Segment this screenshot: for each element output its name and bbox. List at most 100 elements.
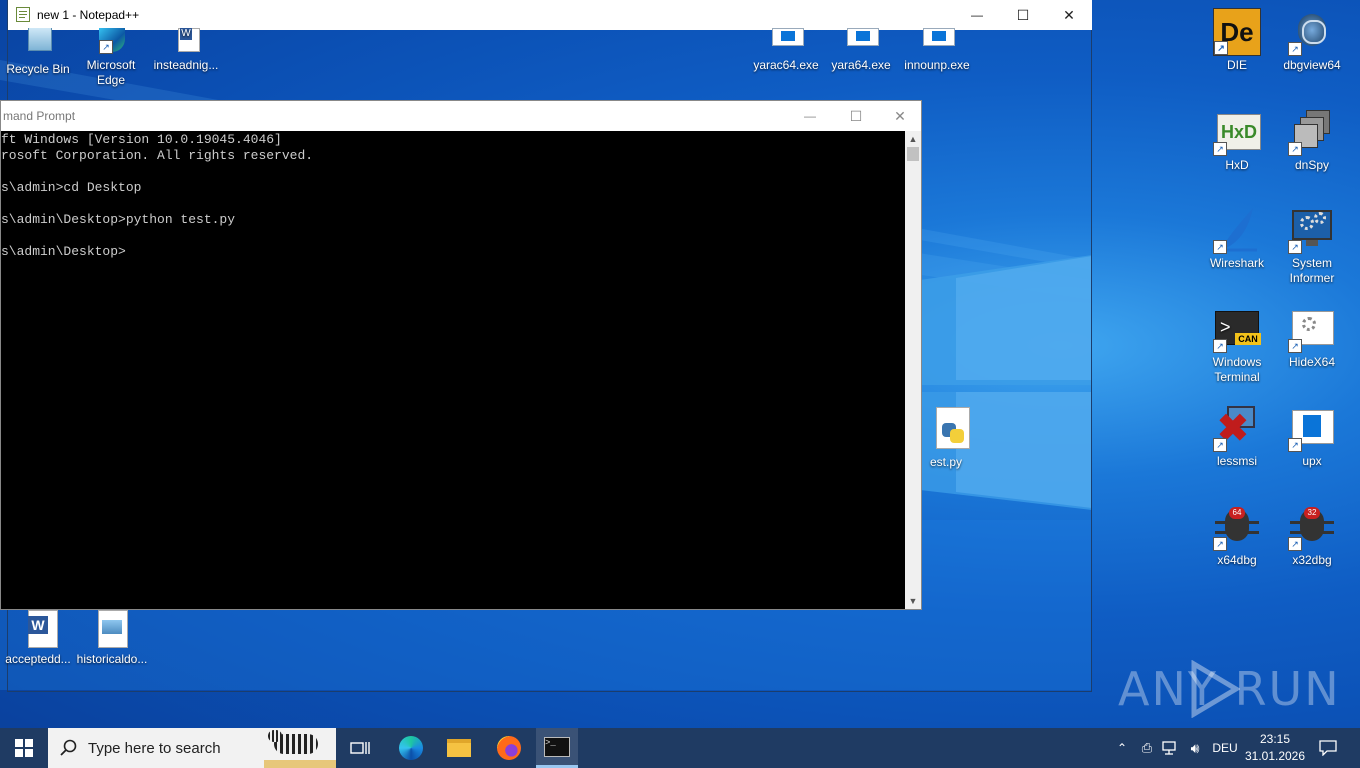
desktop-icon-label: acceptedd...: [5, 652, 71, 666]
scrollbar-thumb[interactable]: [907, 147, 919, 161]
cmd-line: [1, 196, 905, 212]
edge-icon: [399, 736, 423, 760]
desktop-icon-system-informer[interactable]: ↗ System Informer: [1274, 206, 1350, 286]
desktop-icon-windows-terminal[interactable]: > CAN ↗ Windows Terminal: [1199, 305, 1275, 385]
search-icon: [60, 739, 77, 756]
desktop-icon-hxd[interactable]: HxD ↗ HxD: [1199, 108, 1275, 173]
cmd-line: [1, 164, 905, 180]
image-file-icon: [88, 610, 136, 648]
bug-icon: 64 ↗: [1213, 503, 1261, 551]
desktop-icon-yara64[interactable]: yara64.exe: [823, 28, 899, 73]
cmd-line: ft Windows [Version 10.0.19045.4046]: [1, 132, 282, 147]
search-placeholder: Type here to search: [88, 740, 221, 757]
desktop-icon-x32dbg[interactable]: 32 ↗ x32dbg: [1274, 503, 1350, 568]
desktop-icon-upx[interactable]: ↗ upx: [1274, 404, 1350, 469]
desktop-icon-label: HxD: [1225, 158, 1249, 172]
desktop-icon-label: dbgview64: [1283, 58, 1341, 72]
network-icon[interactable]: [1160, 728, 1182, 768]
tray-device-icon[interactable]: ⎙: [1138, 728, 1156, 768]
firefox-icon: [497, 736, 521, 760]
desktop-icon-wireshark[interactable]: ↗ Wireshark: [1199, 206, 1275, 271]
windows-logo-icon: [15, 739, 33, 757]
wireshark-fin-icon: ↗: [1213, 206, 1261, 254]
desktop-icon-dbgview64[interactable]: ↗ dbgview64: [1274, 8, 1350, 73]
desktop-icon-label: Wireshark: [1209, 256, 1264, 270]
desktop-icon-insteadnig[interactable]: W insteadnig...: [148, 28, 224, 73]
cmd-line: s\admin>cd Desktop: [1, 180, 142, 195]
desktop-icon-label: yarac64.exe: [753, 58, 819, 72]
taskbar-firefox-button[interactable]: [488, 728, 530, 768]
bug-icon: 32 ↗: [1288, 503, 1336, 551]
desktop-icon-acceptedd[interactable]: W acceptedd...: [0, 610, 76, 667]
desktop-icon-x64dbg[interactable]: 64 ↗ x64dbg: [1199, 503, 1275, 568]
scroll-down-arrow-icon[interactable]: ▼: [905, 593, 921, 609]
desktop-icon-label: DIE: [1226, 58, 1247, 72]
desktop-icon-label: Recycle Bin: [6, 62, 70, 76]
cmd-maximize-button[interactable]: ☐: [833, 101, 879, 131]
clock[interactable]: 23:15 31.01.2026: [1242, 731, 1308, 767]
cmd-console[interactable]: ft Windows [Version 10.0.19045.4046] ros…: [1, 131, 905, 610]
desktop-icon-label: historicaldo...: [76, 652, 148, 666]
cmd-scrollbar[interactable]: ▲ ▼: [905, 131, 921, 609]
desktop-icon-label: innounp.exe: [904, 58, 970, 72]
exe-window-icon: [762, 28, 810, 46]
cmd-line: s\admin\Desktop>python test.py: [1, 212, 236, 227]
desktop-icon-edge[interactable]: ↗ Microsoft Edge: [73, 28, 149, 88]
notification-center-button[interactable]: [1312, 728, 1344, 768]
keyboard-language[interactable]: DEU: [1208, 728, 1242, 768]
word-document-icon: W: [14, 610, 62, 648]
anyrun-watermark: ANY RUN: [1118, 660, 1339, 720]
recycle-bin-icon: [14, 28, 62, 52]
taskbar-cmd-button[interactable]: >_: [536, 728, 578, 768]
terminal-icon: >_: [544, 736, 570, 757]
desktop-icon-label: x32dbg: [1292, 553, 1332, 567]
notepad-minimize-button[interactable]: —: [954, 0, 1000, 30]
scroll-up-arrow-icon[interactable]: ▲: [905, 131, 921, 147]
notepad-maximize-button[interactable]: ☐: [1000, 0, 1046, 30]
terminal-icon: > CAN ↗: [1213, 305, 1261, 353]
edge-icon: ↗: [87, 28, 135, 54]
exe-window-icon: ↗: [1288, 404, 1336, 452]
volume-icon[interactable]: 🔊︎: [1184, 728, 1206, 768]
task-view-button[interactable]: [340, 728, 380, 768]
desktop-icon-yarac64[interactable]: yarac64.exe: [748, 28, 824, 73]
die-icon: De ↗: [1213, 8, 1261, 56]
clock-time: 23:15: [1259, 732, 1291, 746]
exe-window-icon: [837, 28, 885, 46]
tray-show-hidden-icon[interactable]: ⌃: [1112, 728, 1132, 768]
desktop-icon-historicaldo[interactable]: historicaldo...: [74, 610, 150, 667]
cmd-minimize-button[interactable]: —: [787, 101, 833, 131]
start-button[interactable]: [0, 728, 48, 768]
clock-date: 31.01.2026: [1244, 749, 1306, 763]
cmd-window[interactable]: mand Prompt — ☐ ✕ ft Windows [Version 10…: [0, 100, 922, 610]
taskbar: Type here to search >_ ⌃ ⎙ 🔊︎ DEU 23:15 …: [0, 728, 1360, 768]
desktop-icon-lessmsi[interactable]: ✖ ↗ lessmsi: [1199, 404, 1275, 469]
desktop-icon-die[interactable]: De ↗ DIE: [1199, 8, 1275, 73]
notepad-close-button[interactable]: ✕: [1046, 0, 1092, 30]
cmd-title: mand Prompt: [3, 109, 76, 123]
bug-magnifier-icon: ↗: [1288, 8, 1336, 56]
dnspy-icon: ↗: [1288, 108, 1336, 156]
cmd-line: [1, 228, 905, 244]
zebra-search-highlight-icon: [264, 728, 336, 768]
play-triangle-icon: [1191, 660, 1240, 718]
taskbar-search-box[interactable]: Type here to search: [48, 728, 336, 768]
desktop-icon-label: dnSpy: [1294, 158, 1330, 172]
desktop-icon-label: HideX64: [1288, 355, 1336, 369]
notepad-title: new 1 - Notepad++: [37, 8, 140, 22]
cmd-close-button[interactable]: ✕: [877, 101, 923, 131]
lessmsi-icon: ✖ ↗: [1213, 404, 1261, 452]
desktop-icon-innounp[interactable]: innounp.exe: [899, 28, 975, 73]
taskbar-edge-button[interactable]: [390, 728, 432, 768]
notepad-titlebar[interactable]: new 1 - Notepad++ — ☐ ✕: [8, 0, 1092, 30]
desktop-icon-recycle-bin[interactable]: Recycle Bin: [0, 28, 76, 77]
cmd-line: s\admin\Desktop>: [1, 244, 126, 259]
taskbar-explorer-button[interactable]: [438, 728, 480, 768]
desktop-icon-label: Windows Terminal: [1212, 355, 1262, 384]
desktop-icon-label: x64dbg: [1217, 553, 1257, 567]
folder-icon: [447, 739, 471, 757]
desktop-icon-dnspy[interactable]: ↗ dnSpy: [1274, 108, 1350, 173]
desktop-icon-hidex64[interactable]: ↗ HideX64: [1274, 305, 1350, 370]
window-gears-icon: ↗: [1288, 305, 1336, 353]
cmd-titlebar[interactable]: mand Prompt — ☐ ✕: [1, 101, 921, 131]
